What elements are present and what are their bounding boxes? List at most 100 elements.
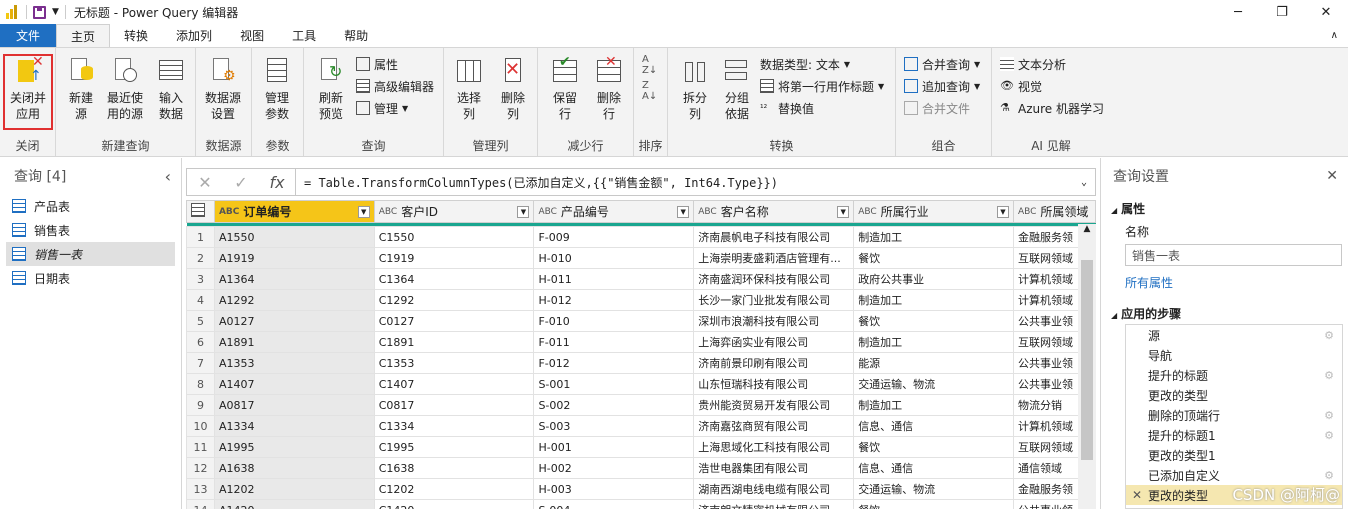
table-cell[interactable]: 政府公共事业: [853, 268, 1014, 290]
table-cell[interactable]: F-011: [533, 331, 695, 353]
table-cell[interactable]: H-003: [533, 478, 695, 500]
column-header[interactable]: ABC 客户ID ▼: [373, 200, 535, 223]
table-cell[interactable]: H-001: [533, 436, 695, 458]
table-cell[interactable]: A0127: [213, 310, 375, 332]
save-icon[interactable]: [33, 5, 46, 19]
manage-parameters-button[interactable]: 管理 参数: [254, 54, 300, 122]
table-cell[interactable]: 信息、通信: [853, 457, 1014, 479]
cancel-formula-icon[interactable]: ✕: [187, 173, 223, 192]
table-cell[interactable]: 上海崇明麦盛莉酒店管理有...: [693, 247, 855, 269]
group-by-button[interactable]: 分组 依据: [714, 54, 760, 122]
table-cell[interactable]: 山东恒瑞科技有限公司: [693, 373, 855, 395]
vision-button[interactable]: 👁 视觉: [1000, 76, 1042, 96]
table-cell[interactable]: 济南前景印刷有限公司: [693, 352, 855, 374]
table-cell[interactable]: 制造加工: [853, 394, 1014, 416]
applied-step[interactable]: 提升的标题 ⚙: [1126, 365, 1342, 385]
query-item[interactable]: 产品表: [0, 194, 181, 218]
table-cell[interactable]: A1638: [213, 457, 375, 479]
combine-files-button[interactable]: 合并文件: [904, 98, 970, 118]
table-cell[interactable]: H-002: [533, 457, 695, 479]
table-cell[interactable]: F-010: [533, 310, 695, 332]
all-properties-link[interactable]: 所有属性: [1101, 274, 1348, 291]
append-queries-button[interactable]: 追加查询 ▼: [904, 76, 980, 96]
merge-queries-button[interactable]: 合并查询 ▼: [904, 54, 980, 74]
fx-icon[interactable]: fx: [259, 173, 295, 192]
expand-formula-icon[interactable]: ⌄: [1081, 177, 1087, 188]
remove-rows-button[interactable]: ✕ 删除 行: [586, 54, 632, 122]
table-cell[interactable]: C0817: [373, 394, 535, 416]
table-cell[interactable]: 深圳市浪潮科技有限公司: [693, 310, 855, 332]
table-cell[interactable]: C1364: [373, 268, 535, 290]
sort-descending-icon[interactable]: Z A↓: [642, 80, 657, 102]
collapse-pane-icon[interactable]: ‹: [165, 167, 171, 186]
step-settings-icon[interactable]: ⚙: [1324, 369, 1334, 382]
column-header[interactable]: ABC 产品编号 ▼: [533, 200, 695, 223]
text-analytics-button[interactable]: 文本分析: [1000, 54, 1066, 74]
table-cell[interactable]: 餐饮: [853, 436, 1014, 458]
tab-file[interactable]: 文件: [0, 24, 57, 47]
formula-input[interactable]: = Table.TransformColumnTypes(已添加自定义,{{"销…: [295, 169, 1095, 195]
query-item[interactable]: 日期表: [0, 266, 181, 290]
table-cell[interactable]: C1353: [373, 352, 535, 374]
table-cell[interactable]: H-011: [533, 268, 695, 290]
table-cell[interactable]: 能源: [853, 352, 1014, 374]
table-cell[interactable]: 济南嘉弦商贸有限公司: [693, 415, 855, 437]
table-cell[interactable]: 交通运输、物流: [853, 373, 1014, 395]
table-cell[interactable]: 餐饮: [853, 310, 1014, 332]
query-name-input[interactable]: 销售一表: [1125, 244, 1342, 266]
table-cell[interactable]: A1919: [213, 247, 375, 269]
column-header[interactable]: ABC 所属行业 ▼: [853, 200, 1014, 223]
table-cell[interactable]: S-001: [533, 373, 695, 395]
tab-add-column[interactable]: 添加列: [162, 24, 226, 47]
applied-step[interactable]: 已添加自定义 ⚙: [1126, 465, 1342, 485]
table-cell[interactable]: C1550: [373, 226, 535, 248]
enter-data-button[interactable]: 输入 数据: [148, 54, 194, 122]
close-window-button[interactable]: ✕: [1304, 0, 1348, 24]
table-cell[interactable]: 济南朗文精密机械有限公司: [693, 499, 855, 509]
table-cell[interactable]: C1334: [373, 415, 535, 437]
applied-step[interactable]: 删除的顶端行 ⚙: [1126, 405, 1342, 425]
table-cell[interactable]: A1550: [213, 226, 375, 248]
properties-button[interactable]: 属性: [356, 54, 398, 74]
table-cell[interactable]: C1995: [373, 436, 535, 458]
table-cell[interactable]: C1202: [373, 478, 535, 500]
tab-transform[interactable]: 转换: [110, 24, 162, 47]
azure-ml-button[interactable]: ⚗ Azure 机器学习: [1000, 98, 1104, 118]
table-cell[interactable]: A1891: [213, 331, 375, 353]
table-cell[interactable]: S-002: [533, 394, 695, 416]
delete-step-icon[interactable]: ✕: [1132, 488, 1142, 502]
table-cell[interactable]: 交通运输、物流: [853, 478, 1014, 500]
table-cell[interactable]: S-003: [533, 415, 695, 437]
filter-dropdown-icon[interactable]: ▼: [837, 205, 850, 218]
table-cell[interactable]: A1995: [213, 436, 375, 458]
applied-step[interactable]: 更改的类型1: [1126, 445, 1342, 465]
applied-step[interactable]: 导航: [1126, 345, 1342, 365]
sort-ascending-icon[interactable]: A Z↓: [642, 54, 657, 76]
table-cell[interactable]: 制造加工: [853, 226, 1014, 248]
table-cell[interactable]: 济南晨帆电子科技有限公司: [693, 226, 855, 248]
advanced-editor-button[interactable]: 高级编辑器: [356, 76, 434, 96]
applied-step[interactable]: 源 ⚙: [1126, 325, 1342, 345]
table-cell[interactable]: 浩世电器集团有限公司: [693, 457, 855, 479]
close-pane-icon[interactable]: ✕: [1326, 168, 1338, 184]
filter-dropdown-icon[interactable]: ▼: [677, 205, 690, 218]
filter-dropdown-icon[interactable]: ▼: [996, 205, 1009, 218]
minimize-button[interactable]: ─: [1216, 0, 1260, 24]
table-cell[interactable]: 上海弈函实业有限公司: [693, 331, 855, 353]
table-cell[interactable]: 济南盛润环保科技有限公司: [693, 268, 855, 290]
collapse-ribbon-icon[interactable]: ∧: [1331, 24, 1348, 47]
tab-home[interactable]: 主页: [56, 24, 111, 47]
table-cell[interactable]: H-010: [533, 247, 695, 269]
step-settings-icon[interactable]: ⚙: [1324, 409, 1334, 422]
table-cell[interactable]: A0817: [213, 394, 375, 416]
scroll-thumb[interactable]: [1081, 260, 1093, 460]
table-menu-icon[interactable]: [186, 200, 215, 223]
confirm-formula-icon[interactable]: ✓: [223, 173, 259, 192]
step-settings-icon[interactable]: ⚙: [1324, 469, 1334, 482]
table-cell[interactable]: C1891: [373, 331, 535, 353]
query-item-selected[interactable]: 销售一表: [6, 242, 175, 266]
step-settings-icon[interactable]: ⚙: [1324, 329, 1334, 342]
remove-columns-button[interactable]: ✕ 删除 列: [490, 54, 536, 122]
table-cell[interactable]: 制造加工: [853, 331, 1014, 353]
query-item[interactable]: 销售表: [0, 218, 181, 242]
